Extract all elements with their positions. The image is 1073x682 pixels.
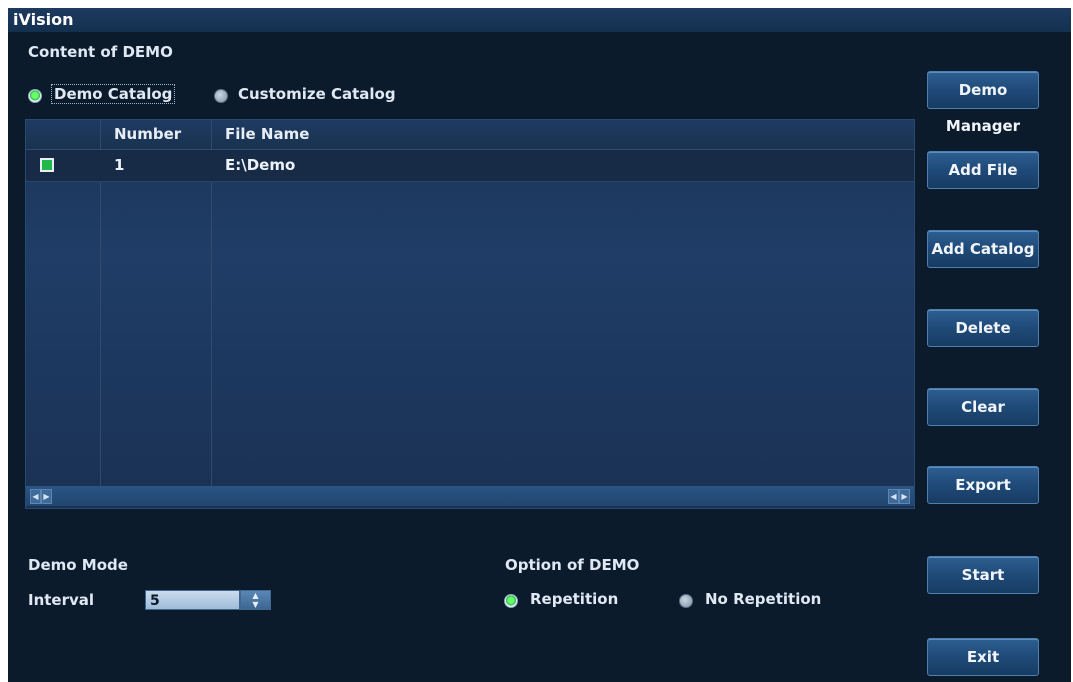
chevron-down-icon[interactable]: ▼: [241, 600, 270, 609]
start-button[interactable]: Start: [927, 556, 1039, 594]
row-checkbox[interactable]: [40, 158, 54, 172]
no-repetition-label[interactable]: No Repetition: [705, 590, 821, 608]
scroll-left-icon[interactable]: ◀: [888, 489, 899, 504]
row-number: 1: [114, 156, 125, 174]
scroll-right-icon[interactable]: ▶: [899, 489, 910, 504]
demo-catalog-radio[interactable]: [28, 89, 42, 103]
repetition-label[interactable]: Repetition: [530, 590, 618, 608]
chevron-up-icon[interactable]: ▲: [241, 591, 270, 600]
delete-button[interactable]: Delete: [927, 309, 1039, 347]
scroll-right-icon[interactable]: ▶: [41, 489, 52, 504]
scroll-left-icon[interactable]: ◀: [30, 489, 41, 504]
exit-button[interactable]: Exit: [927, 638, 1039, 676]
table-header: Number File Name: [26, 120, 914, 150]
repetition-radio[interactable]: [504, 594, 518, 608]
customize-catalog-radio[interactable]: [214, 89, 228, 103]
content-section-label: Content of DEMO: [28, 43, 173, 61]
row-file-name: E:\Demo: [225, 156, 296, 174]
demo-manager-button[interactable]: Demo Manager: [927, 71, 1039, 135]
demo-mode-label: Demo Mode: [28, 556, 128, 574]
demo-catalog-label[interactable]: Demo Catalog: [51, 84, 176, 104]
horizontal-scrollbar[interactable]: ◀ ▶ ◀ ▶: [26, 486, 914, 506]
column-header-file-name[interactable]: File Name: [225, 125, 309, 143]
export-button[interactable]: Export: [927, 466, 1039, 504]
table-row[interactable]: 1 E:\Demo: [26, 150, 914, 182]
interval-label: Interval: [28, 591, 95, 609]
no-repetition-radio[interactable]: [679, 594, 693, 608]
ivision-window: iVision Content of DEMO Demo Catalog Cus…: [8, 8, 1071, 682]
customize-catalog-label[interactable]: Customize Catalog: [238, 85, 396, 103]
column-header-number[interactable]: Number: [114, 125, 181, 143]
add-file-button[interactable]: Add File: [927, 151, 1039, 189]
interval-input[interactable]: 5: [145, 590, 240, 610]
interval-stepper[interactable]: ▲ ▼: [240, 590, 271, 610]
demo-file-table: Number File Name 1 E:\Demo ◀ ▶ ◀ ▶: [25, 119, 915, 509]
window-title: iVision: [8, 8, 1071, 32]
option-of-demo-label: Option of DEMO: [505, 556, 640, 574]
clear-button[interactable]: Clear: [927, 388, 1039, 426]
add-catalog-button[interactable]: Add Catalog: [927, 230, 1039, 268]
